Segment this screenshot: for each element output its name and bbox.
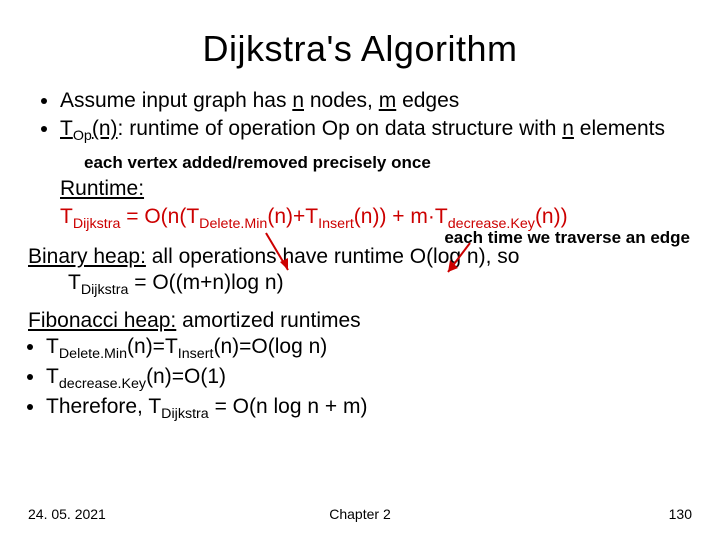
annotation-edge: each time we traverse an edge	[444, 227, 690, 248]
text: amortized runtimes	[176, 309, 360, 332]
fib-bullet-3: Therefore, TDijkstra = O(n log n + m)	[46, 394, 692, 424]
text: Therefore, T	[46, 395, 161, 418]
sub: Dijkstra	[81, 282, 129, 298]
sub: Dijkstra	[73, 216, 121, 232]
text: T	[60, 117, 73, 140]
slide: Dijkstra's Algorithm Assume input graph …	[0, 0, 720, 540]
text: edges	[396, 89, 459, 112]
fib-bullets: TDelete.Min(n)=TInsert(n)=O(log n) Tdecr…	[28, 334, 692, 424]
fib-bullet-1: TDelete.Min(n)=TInsert(n)=O(log n)	[46, 334, 692, 364]
top-bullets: Assume input graph has n nodes, m edges …	[28, 88, 692, 146]
sub: decrease.Key	[59, 377, 146, 393]
runtime-label: Runtime:	[60, 176, 692, 202]
text: : runtime of operation Op on data struct…	[118, 117, 563, 140]
binary-heap-para: Binary heap: all operations have runtime…	[28, 244, 692, 300]
text: elements	[574, 117, 665, 140]
text: (n))	[535, 205, 568, 228]
text: T	[68, 271, 81, 294]
text: (n)=O(log n)	[213, 335, 327, 358]
label: Fibonacci heap:	[28, 309, 176, 332]
label: Binary heap:	[28, 245, 146, 268]
bullet-1: Assume input graph has n nodes, m edges	[60, 88, 692, 114]
sub: Dijkstra	[161, 407, 209, 423]
var-n: n	[292, 89, 304, 112]
text: (n)=T	[127, 335, 178, 358]
text: T	[46, 335, 59, 358]
var-m: m	[379, 89, 397, 112]
text: Assume input graph has	[60, 89, 292, 112]
slide-body: Assume input graph has n nodes, m edges …	[28, 88, 692, 424]
sub: Insert	[178, 347, 214, 363]
text: = O(n(T	[120, 205, 199, 228]
fib-bullet-2: Tdecrease.Key(n)=O(1)	[46, 364, 692, 394]
fib-heap-para: Fibonacci heap: amortized runtimes	[28, 308, 692, 334]
sub: Insert	[318, 216, 354, 232]
text: = O((m+n)log n)	[128, 271, 283, 294]
text: = O(n log n + m)	[209, 395, 368, 418]
sub: Delete.Min	[199, 216, 267, 232]
text: T	[60, 205, 73, 228]
text: all operations have runtime O(log n), so	[146, 245, 520, 268]
text: (n)+T	[267, 205, 318, 228]
text: (n)) + m·T	[354, 205, 448, 228]
text: nodes,	[304, 89, 379, 112]
text: T	[46, 365, 59, 388]
text: (n)	[92, 117, 118, 140]
footer-chapter: Chapter 2	[28, 506, 692, 522]
sub-op: Op	[73, 128, 92, 144]
annotation-vertex: each vertex added/removed precisely once	[84, 152, 692, 173]
sub: Delete.Min	[59, 347, 127, 363]
text: (n)=O(1)	[146, 365, 226, 388]
slide-title: Dijkstra's Algorithm	[28, 28, 692, 70]
var-n: n	[562, 117, 574, 140]
bullet-2: TOp(n): runtime of operation Op on data …	[60, 116, 692, 146]
footer: 24. 05. 2021 Chapter 2 130	[28, 506, 692, 522]
